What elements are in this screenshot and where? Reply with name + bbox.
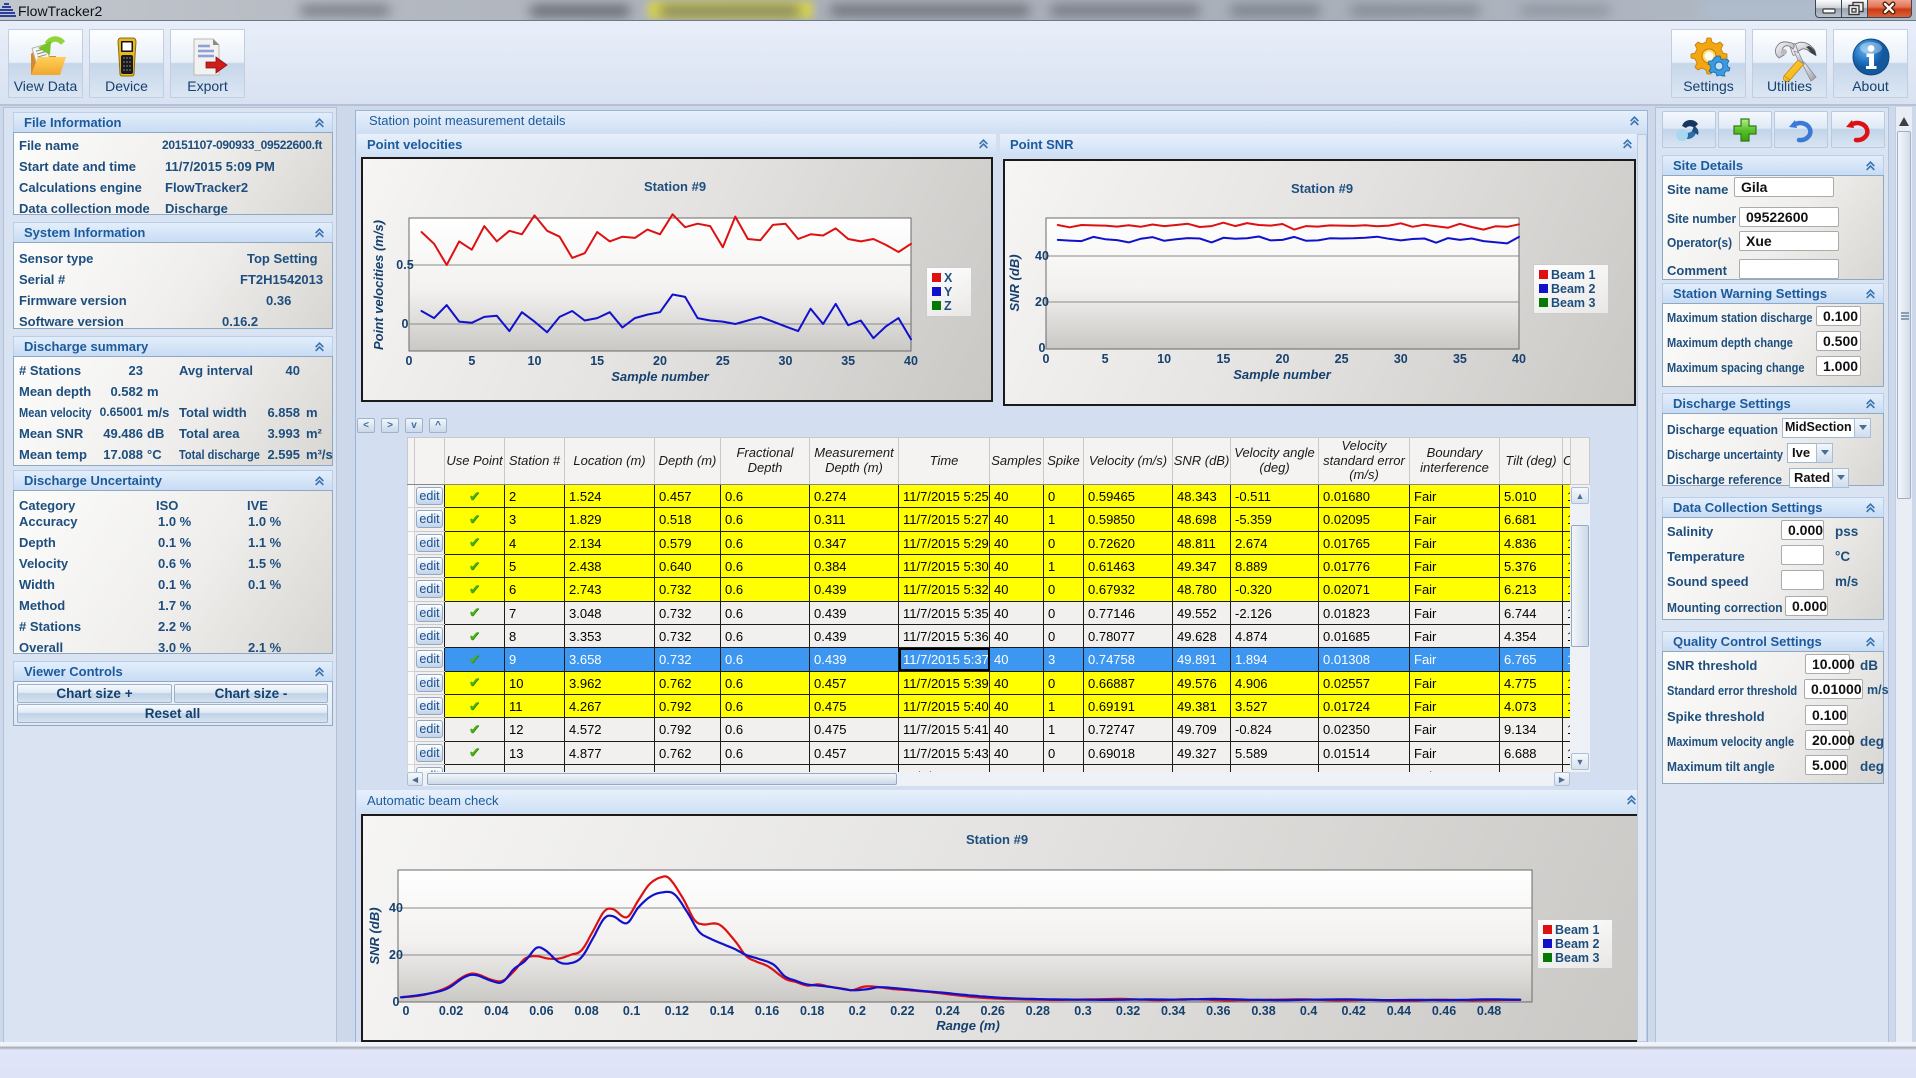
svg-text:0.24: 0.24	[935, 1004, 959, 1018]
svg-text:0.32: 0.32	[1116, 1004, 1140, 1018]
svg-text:0.02: 0.02	[439, 1004, 463, 1018]
svg-text:30: 30	[779, 354, 793, 368]
svg-text:5: 5	[468, 354, 475, 368]
svg-text:0.04: 0.04	[484, 1004, 508, 1018]
svg-text:Sample number: Sample number	[611, 369, 709, 384]
svg-text:0.3: 0.3	[1074, 1004, 1091, 1018]
svg-text:0.14: 0.14	[710, 1004, 734, 1018]
svg-text:10: 10	[1157, 352, 1171, 366]
svg-text:25: 25	[716, 354, 730, 368]
svg-text:35: 35	[841, 354, 855, 368]
svg-text:0.1: 0.1	[623, 1004, 640, 1018]
svg-text:0: 0	[1043, 352, 1050, 366]
svg-text:20: 20	[389, 948, 403, 962]
svg-text:0: 0	[402, 317, 409, 331]
svg-text:0.16: 0.16	[755, 1004, 779, 1018]
svg-text:0.18: 0.18	[800, 1004, 824, 1018]
svg-text:Range (m): Range (m)	[936, 1018, 1000, 1033]
svg-text:0.5: 0.5	[396, 258, 413, 272]
svg-text:Station #9: Station #9	[966, 832, 1028, 847]
svg-text:0.44: 0.44	[1387, 1004, 1411, 1018]
svg-text:SNR (dB): SNR (dB)	[1007, 254, 1022, 311]
svg-text:40: 40	[1035, 249, 1049, 263]
svg-text:0.42: 0.42	[1342, 1004, 1366, 1018]
svg-text:0.36: 0.36	[1206, 1004, 1230, 1018]
svg-text:5: 5	[1102, 352, 1109, 366]
svg-text:20: 20	[653, 354, 667, 368]
svg-text:15: 15	[590, 354, 604, 368]
svg-text:Point velocities (m/s): Point velocities (m/s)	[371, 220, 386, 350]
svg-text:40: 40	[904, 354, 918, 368]
svg-text:20: 20	[1035, 295, 1049, 309]
svg-text:0.08: 0.08	[574, 1004, 598, 1018]
svg-text:0.06: 0.06	[529, 1004, 553, 1018]
svg-text:0: 0	[393, 995, 400, 1009]
svg-text:0.12: 0.12	[665, 1004, 689, 1018]
svg-text:35: 35	[1453, 352, 1467, 366]
svg-text:0.34: 0.34	[1161, 1004, 1185, 1018]
svg-text:0.22: 0.22	[890, 1004, 914, 1018]
svg-text:20: 20	[1276, 352, 1290, 366]
svg-text:40: 40	[389, 901, 403, 915]
svg-text:Station #9: Station #9	[644, 179, 706, 194]
svg-text:0: 0	[403, 1004, 410, 1018]
svg-text:0: 0	[406, 354, 413, 368]
svg-text:0.48: 0.48	[1477, 1004, 1501, 1018]
svg-text:15: 15	[1216, 352, 1230, 366]
svg-text:30: 30	[1394, 352, 1408, 366]
svg-text:0.46: 0.46	[1432, 1004, 1456, 1018]
svg-text:0.2: 0.2	[849, 1004, 866, 1018]
svg-text:0.38: 0.38	[1251, 1004, 1275, 1018]
svg-text:0.28: 0.28	[1026, 1004, 1050, 1018]
svg-text:25: 25	[1335, 352, 1349, 366]
svg-text:Station #9: Station #9	[1291, 181, 1353, 196]
svg-text:40: 40	[1512, 352, 1526, 366]
svg-text:10: 10	[528, 354, 542, 368]
svg-text:0.26: 0.26	[981, 1004, 1005, 1018]
svg-text:SNR (dB): SNR (dB)	[367, 907, 382, 964]
svg-text:0.4: 0.4	[1300, 1004, 1317, 1018]
svg-text:Sample number: Sample number	[1233, 367, 1331, 382]
